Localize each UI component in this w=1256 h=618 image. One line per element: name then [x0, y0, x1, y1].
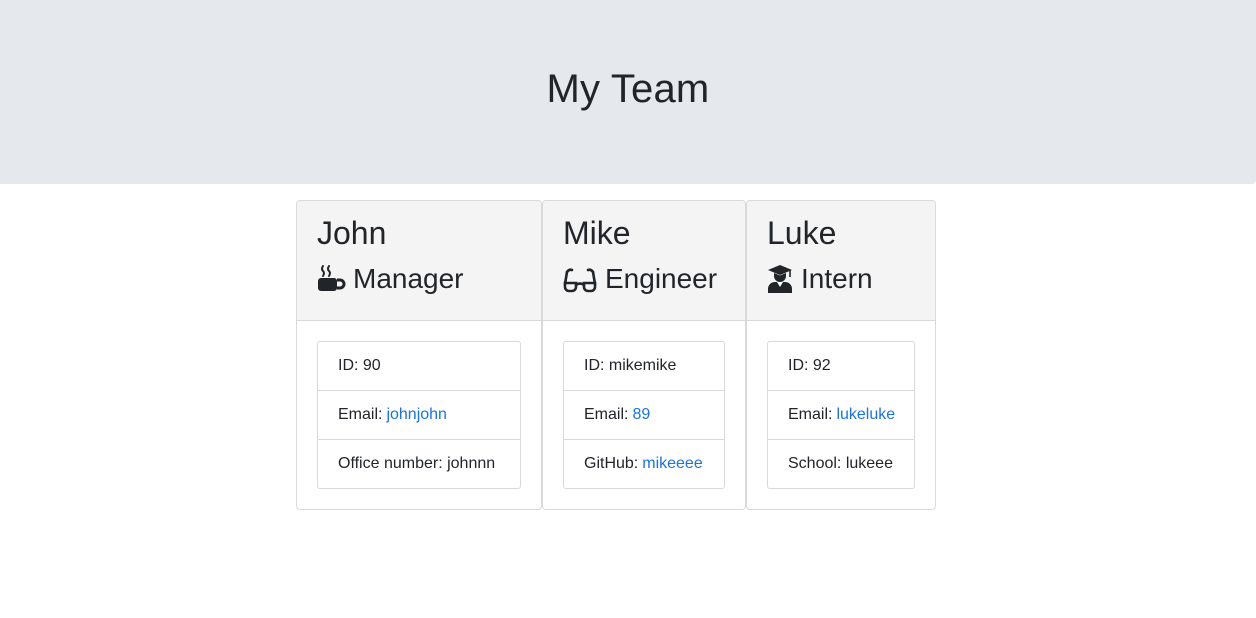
card-body: ID: mikemike Email: 89 GitHub: mikeeee — [543, 321, 745, 509]
email-link[interactable]: lukeluke — [836, 406, 895, 424]
employee-role-label: Manager — [353, 263, 464, 294]
list-item-office-number: Office number: johnnn — [318, 440, 520, 488]
card-header: Mike Engineer — [543, 201, 745, 321]
email-link[interactable]: 89 — [632, 406, 650, 424]
employee-role: Intern — [767, 261, 935, 297]
employee-role-label: Intern — [801, 263, 873, 294]
coffee-icon — [317, 264, 346, 294]
list-item-id: ID: 90 — [318, 342, 520, 391]
github-label: GitHub: — [584, 455, 639, 472]
employee-card-intern: Luke Intern ID: 92 Email: lukeluke Schoo… — [746, 200, 936, 510]
employee-role-label: Engineer — [605, 263, 718, 294]
id-text: ID: 90 — [338, 357, 381, 374]
email-label: Email: — [338, 406, 383, 423]
school-text: School: lukeee — [788, 455, 893, 472]
list-item-id: ID: 92 — [768, 342, 914, 391]
details-list: ID: mikemike Email: 89 GitHub: mikeeee — [563, 341, 725, 489]
card-body: ID: 92 Email: lukeluke School: lukeee — [747, 321, 935, 509]
card-header: John Manager — [297, 201, 541, 321]
employee-name: Luke — [767, 215, 837, 251]
employee-role: Manager — [317, 261, 541, 297]
list-item-school: School: lukeee — [768, 440, 914, 488]
graduate-icon — [767, 264, 793, 294]
card-body: ID: 90 Email: johnjohn Office number: jo… — [297, 321, 541, 509]
list-item-email: Email: 89 — [564, 391, 724, 440]
office-number-text: Office number: johnnn — [338, 455, 496, 472]
page-title: My Team — [546, 66, 710, 111]
id-text: ID: mikemike — [584, 357, 677, 374]
employee-name: Mike — [563, 215, 631, 251]
employee-card-manager: John Manager ID: 90 Email: johnjohn Offi… — [296, 200, 542, 510]
list-item-id: ID: mikemike — [564, 342, 724, 391]
list-item-github: GitHub: mikeeee — [564, 440, 724, 488]
employee-role: Engineer — [563, 261, 745, 297]
id-text: ID: 92 — [788, 357, 831, 374]
email-label: Email: — [788, 406, 833, 423]
details-list: ID: 92 Email: lukeluke School: lukeee — [767, 341, 915, 489]
glasses-icon — [563, 264, 597, 294]
list-item-email: Email: lukeluke — [768, 391, 914, 440]
header-jumbotron: My Team — [0, 0, 1256, 184]
email-label: Email: — [584, 406, 629, 423]
employee-card-engineer: Mike Engineer ID: mikemike Email: 89 Git… — [542, 200, 746, 510]
card-header: Luke Intern — [747, 201, 935, 321]
email-link[interactable]: johnjohn — [386, 406, 447, 424]
employee-name: John — [317, 215, 387, 251]
list-item-email: Email: johnjohn — [318, 391, 520, 440]
details-list: ID: 90 Email: johnjohn Office number: jo… — [317, 341, 521, 489]
github-link[interactable]: mikeeee — [642, 455, 702, 473]
